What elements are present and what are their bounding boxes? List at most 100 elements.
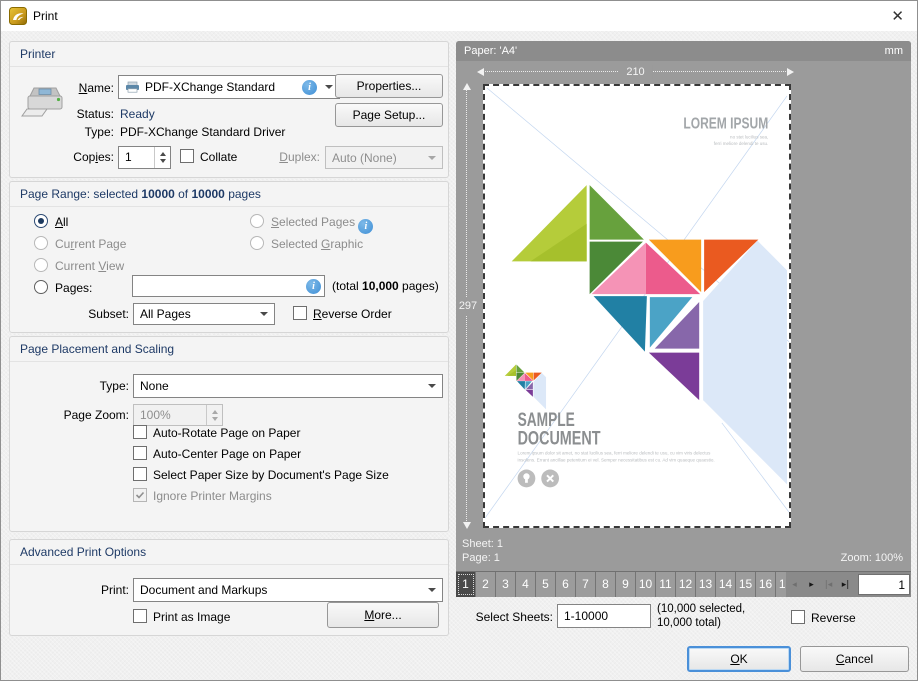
chevron-down-icon [428,156,436,160]
auto-rotate-checkbox[interactable] [133,425,147,439]
page-preview: LOREM IPSUM no stet lucilius sea, ferri … [483,84,791,528]
auto-center-label: Auto-Center Page on Paper [153,447,301,461]
pager-cell[interactable]: 14 [716,572,736,597]
first-sheet-icon: |◂ [820,572,837,597]
spin-down-icon[interactable] [160,159,166,163]
pager-cell[interactable]: 1 [456,572,476,597]
next-sheet-icon[interactable]: ▸ [803,572,820,597]
status-value: Ready [120,107,155,121]
reverse-order-label: Reverse Order [313,307,392,321]
pager-cell[interactable]: 7 [576,572,596,597]
arrow-down-icon [463,522,471,529]
pager-cells: 1 2 3 4 5 6 7 8 9 10 11 12 13 14 15 16 1… [456,572,786,597]
doc-brand-2: DOCUMENT [518,428,601,450]
doc-logo [505,364,546,409]
select-sheets-input[interactable] [557,604,651,628]
subset-select[interactable]: All Pages [133,303,275,325]
doc-subtitle-2: ferri meliore delendi te usu. [714,141,769,146]
copies-stepper[interactable]: 1 [118,146,171,169]
doc-body-2: insolens. Errant ancillae petentium ei v… [518,458,715,463]
sheet-number-input[interactable] [858,574,910,595]
page-setup-button[interactable]: Page Setup... [335,103,443,127]
pager-cell[interactable]: 2 [476,572,496,597]
pager-cell[interactable]: 12 [676,572,696,597]
tools-icon [541,470,559,488]
advanced-group: Advanced Print Options Print: Document a… [9,539,449,636]
window-title: Print [33,9,58,23]
chevron-down-icon [428,384,436,388]
pages-input[interactable] [132,275,325,297]
pager-cell[interactable]: 15 [736,572,756,597]
pager-cell[interactable]: 6 [556,572,576,597]
page-zoom-stepper: 100% [133,404,223,426]
pager-cell[interactable]: 10 [636,572,656,597]
pager-cell[interactable]: 8 [596,572,616,597]
pager-cell[interactable]: 9 [616,572,636,597]
copies-value: 1 [125,150,132,164]
pager-nav: ◂ ▸ |◂ ▸| [786,572,854,597]
radio-all-label: All [55,215,68,229]
radio-selected-graphic [250,236,264,250]
page-info: Page: 1 [462,552,500,564]
print-value: Document and Markups [140,583,267,597]
print-as-image-checkbox[interactable] [133,609,147,623]
radio-selected-graphic-label: Selected Graphic [271,237,363,251]
pager-cell[interactable]: 4 [516,572,536,597]
last-sheet-icon[interactable]: ▸| [837,572,854,597]
copies-label: Copies: [10,150,114,164]
pager-cell[interactable]: 11 [656,572,676,597]
reverse-order-checkbox[interactable] [293,306,307,320]
chevron-down-icon [260,312,268,316]
print-select[interactable]: Document and Markups [133,578,443,602]
placement-type-label: Type: [10,379,129,393]
pager-cell[interactable]: 3 [496,572,516,597]
pager-cell[interactable]: 17 [776,572,786,597]
total-pages-hint: (total 10,000 pages) [332,279,439,293]
properties-button[interactable]: Properties... [335,74,443,98]
auto-center-checkbox[interactable] [133,446,147,460]
selected-pages-info-icon[interactable]: i [358,219,373,234]
printer-name-select[interactable]: PDF-XChange Standard i [118,75,340,99]
radio-all[interactable] [34,214,48,228]
pager-cell[interactable]: 13 [696,572,716,597]
document-preview-art: LOREM IPSUM no stet lucilius sea, ferri … [485,86,789,526]
paper-width-value: 210 [618,65,652,79]
paper-height-value: 297 [458,297,478,315]
type-value: PDF-XChange Standard Driver [120,125,285,139]
collate-checkbox[interactable] [180,149,194,163]
spin-up-icon[interactable] [160,152,166,156]
preview-panel: Paper: 'A4' mm 210 297 [456,41,911,597]
radio-pages[interactable] [34,280,48,294]
placement-type-select[interactable]: None [133,374,443,398]
radio-current-view [34,258,48,272]
print-dialog: Print ✕ Printer Name: PDF-XChange Standa… [0,0,918,681]
ok-button[interactable]: OK [687,646,791,672]
cancel-button[interactable]: Cancel [800,646,909,672]
arrow-up-icon [463,83,471,90]
preview-header: Paper: 'A4' mm [456,41,911,61]
sheet-pager: 1 2 3 4 5 6 7 8 9 10 11 12 13 14 15 16 1… [456,571,911,597]
printer-name-label: Name: [10,81,114,95]
units-label: mm [885,41,903,61]
subset-value: All Pages [140,307,191,321]
pager-cell[interactable]: 5 [536,572,556,597]
pages-info-icon[interactable]: i [306,279,321,294]
printer-group: Printer Name: PDF-XChange Standard i Pro… [9,41,449,178]
ignore-margins-checkbox [133,488,147,502]
reverse-checkbox[interactable] [791,610,805,624]
bulb-icon [518,470,536,488]
page-zoom-label: Page Zoom: [10,408,129,422]
printer-info-icon[interactable]: i [302,80,317,95]
pager-cell[interactable]: 16 [756,572,776,597]
close-icon[interactable]: ✕ [891,7,904,25]
spin-down-icon [212,417,218,421]
status-label: Status: [10,107,114,121]
paper-label: Paper: 'A4' [464,41,517,61]
select-paper-size-checkbox[interactable] [133,467,147,481]
ignore-margins-label: Ignore Printer Margins [153,489,272,503]
more-button[interactable]: More... [327,602,439,628]
placement-group: Page Placement and Scaling Type: None Pa… [9,336,449,532]
placement-type-value: None [140,379,169,393]
duplex-label: Duplex: [225,150,320,164]
chevron-down-icon [428,588,436,592]
